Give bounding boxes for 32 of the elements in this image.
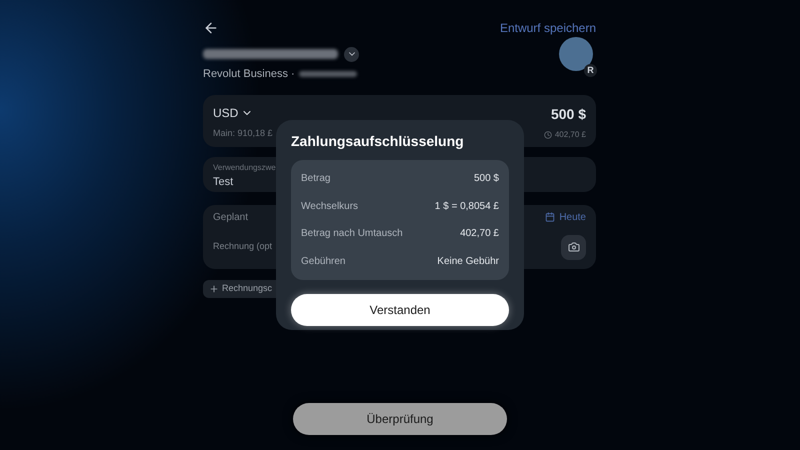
field-value: Test: [213, 174, 234, 190]
scheduled-label: Geplant: [213, 210, 248, 224]
date-link[interactable]: Heute: [545, 210, 586, 224]
calendar-icon: [545, 212, 556, 222]
converted-amount: 402,70 £: [554, 128, 586, 140]
camera-button[interactable]: [561, 234, 586, 260]
row-value: Keine Gebühr: [437, 254, 499, 269]
clock-icon: [544, 130, 552, 138]
back-icon[interactable]: [203, 20, 219, 36]
balance-text: Main: 910,18 £: [213, 126, 273, 140]
understood-button[interactable]: Verstanden: [291, 294, 509, 326]
invoice-label: Rechnung (opt: [213, 240, 272, 254]
row-label: Wechselkurs: [301, 200, 358, 214]
account-subtitle: Revolut Business ·: [203, 67, 295, 82]
row-value: 402,70 £: [460, 227, 499, 242]
save-draft-link[interactable]: Entwurf speichern: [500, 19, 596, 37]
row-value: 1 $ = 0,8054 £: [434, 200, 499, 214]
amount-value[interactable]: 500 $: [550, 104, 586, 124]
chevron-button[interactable]: [344, 46, 359, 62]
row-label: Betrag: [301, 172, 330, 186]
redacted-text: [298, 71, 357, 78]
avatar-badge: R: [584, 64, 597, 77]
avatar[interactable]: [559, 37, 593, 71]
field-label: Verwendungszwe: [213, 162, 277, 174]
camera-icon: [568, 241, 580, 253]
row-value: 500 $: [474, 172, 499, 186]
row-label: Betrag nach Umtausch: [301, 227, 403, 242]
dialog-title: Zahlungsaufschlüsselung: [291, 132, 465, 151]
plus-icon: [209, 284, 219, 294]
row-label: Gebühren: [301, 254, 346, 269]
review-button[interactable]: Überprüfung: [293, 403, 507, 435]
currency-dropdown[interactable]: USD: [213, 104, 273, 122]
